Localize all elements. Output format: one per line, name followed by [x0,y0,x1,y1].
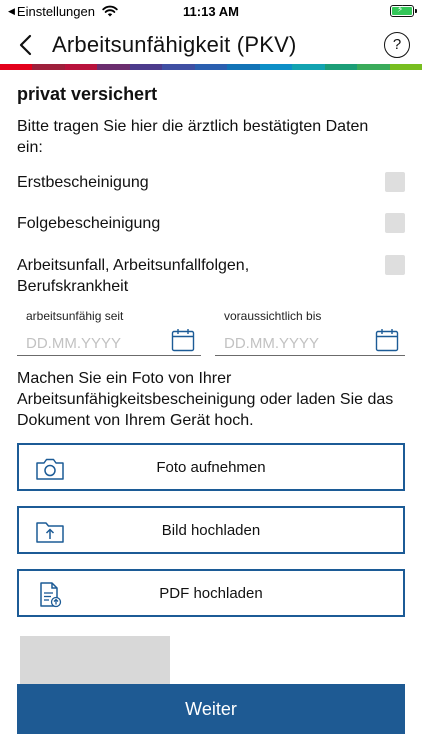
date-from-field[interactable]: arbeitsunfähig seit DD.MM.YYYY [17,306,201,356]
brand-supergraphic [0,64,422,70]
continue-button[interactable]: Weiter [17,684,405,734]
supergraphic-segment [357,64,390,70]
supergraphic-segment [194,64,228,70]
supergraphic-segment [64,64,98,70]
status-bar: ◀ Einstellungen 11:13 AM [0,0,422,24]
upload-pdf-label: PDF hochladen [159,585,263,602]
status-time: 11:13 AM [183,4,239,19]
supergraphic-segment [0,64,33,70]
nav-bar: Arbeitsunfähigkeit (PKV) ? [0,26,422,64]
supergraphic-segment [259,64,293,70]
checkbox-row-folgebescheinigung[interactable]: Folgebescheinigung [17,213,407,234]
checkbox-arbeitsunfall[interactable] [385,255,405,275]
date-to-field[interactable]: voraussichtlich bis DD.MM.YYYY [215,306,405,356]
checkbox-label: Arbeitsunfall, Arbeitsunfallfolgen, Beru… [17,257,250,295]
supergraphic-segment [97,64,130,70]
supergraphic-segment [227,64,260,70]
supergraphic-segment [162,64,195,70]
checkbox-row-erstbescheinigung[interactable]: Erstbescheinigung [17,172,407,193]
checkbox-erstbescheinigung[interactable] [385,172,405,192]
section-heading: privat versichert [17,84,158,104]
calendar-icon[interactable] [375,328,399,352]
upload-image-label: Bild hochladen [161,522,261,539]
question-circle-icon: ? [392,36,402,53]
date-from-input[interactable]: DD.MM.YYYY [26,335,121,352]
upload-instructions: Machen Sie ein Foto von Ihrer Arbeitsunf… [17,370,394,429]
take-photo-button[interactable]: Foto aufnehmen [17,443,405,491]
supergraphic-segment [32,64,65,70]
supergraphic-segment [129,64,163,70]
checkbox-label: Erstbescheinigung [17,174,149,191]
help-button[interactable]: ? [384,32,410,58]
document-preview-placeholder [20,636,170,686]
checkbox-row-arbeitsunfall[interactable]: Arbeitsunfall, Arbeitsunfallfolgen, Beru… [17,255,407,297]
upload-pdf-button[interactable]: PDF hochladen [17,569,405,617]
checkbox-folgebescheinigung[interactable] [385,213,405,233]
chevron-left-icon [19,34,32,56]
calendar-icon[interactable] [171,328,195,352]
upload-image-button[interactable]: Bild hochladen [17,506,405,554]
supergraphic-segment [292,64,325,70]
date-to-input[interactable]: DD.MM.YYYY [224,335,319,352]
intro-text: Bitte tragen Sie hier die ärztlich bestä… [17,118,369,156]
take-photo-label: Foto aufnehmen [156,459,266,476]
checkbox-label: Folgebescheinigung [17,215,161,232]
date-from-label: arbeitsunfähig seit [26,309,124,323]
back-button[interactable] [14,30,36,60]
page-title: Arbeitsunfähigkeit (PKV) [52,32,297,57]
date-to-label: voraussichtlich bis [224,309,322,323]
supergraphic-segment [389,64,422,70]
supergraphic-segment [324,64,358,70]
battery-icon [390,4,417,17]
